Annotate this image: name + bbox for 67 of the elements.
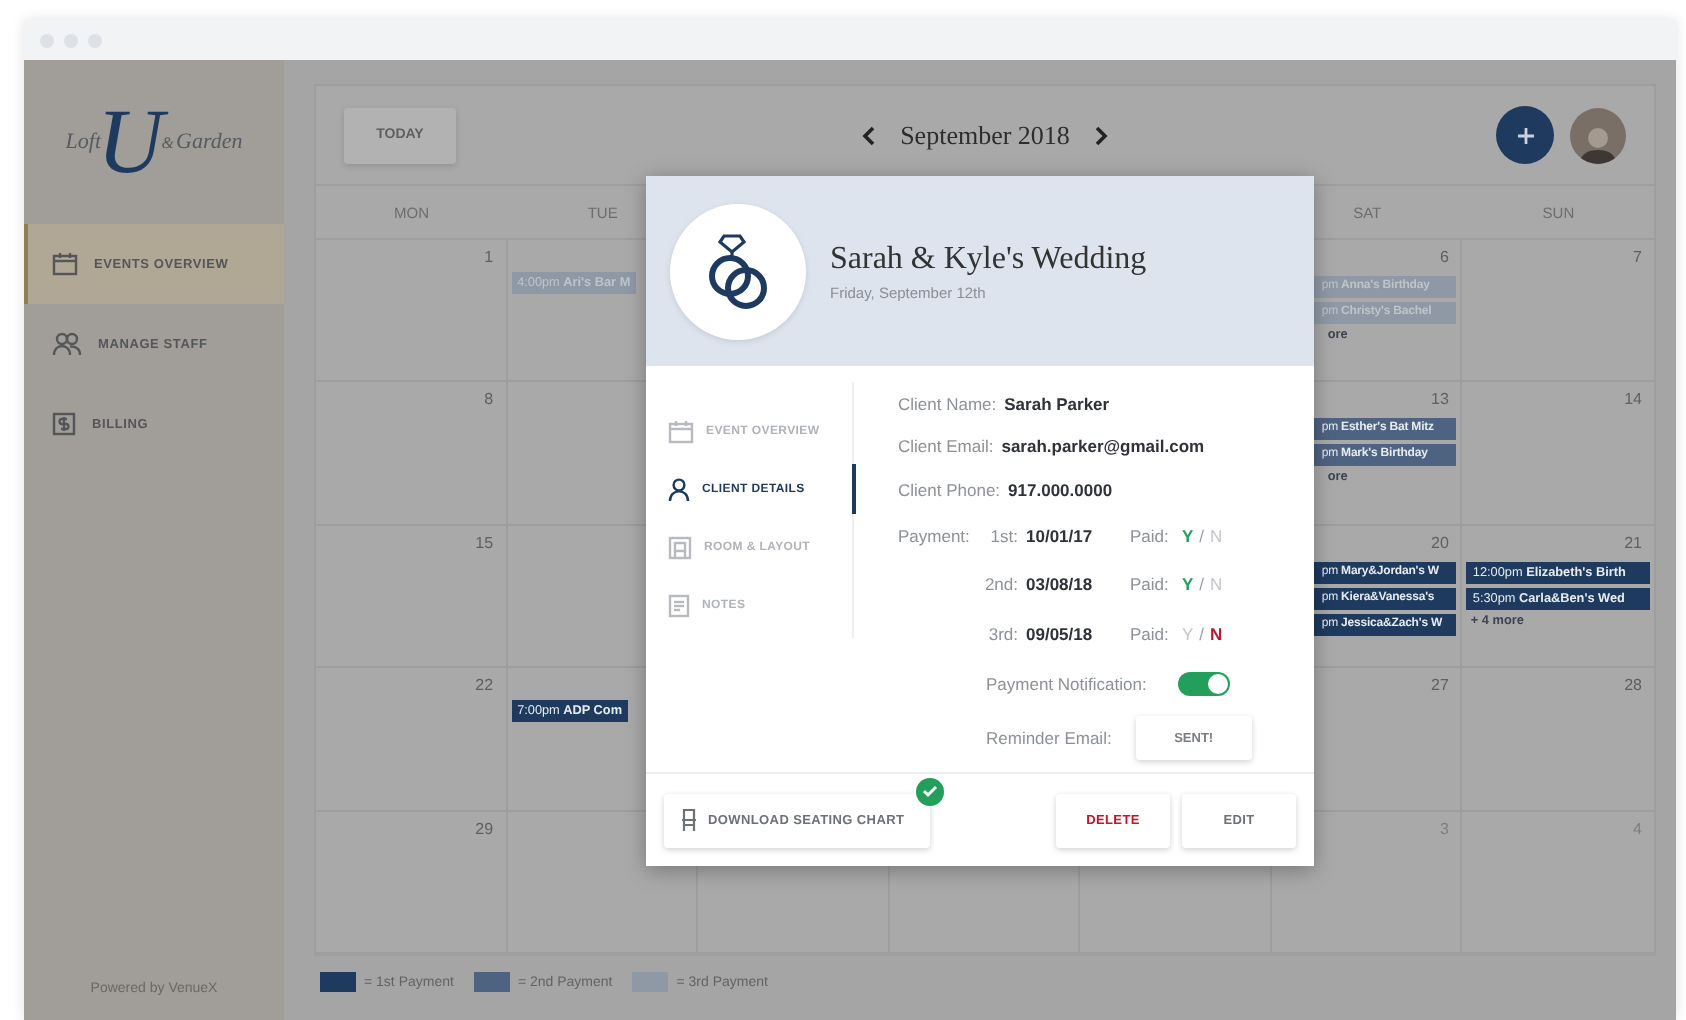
bill-icon [52,412,76,436]
day-number: 14 [1624,390,1644,413]
notification-switch[interactable] [1178,672,1231,696]
paid-no-option[interactable]: N [1210,574,1223,595]
check-icon [922,784,938,798]
paid-label: Paid: [1130,574,1171,595]
reminder-label: Reminder Email: [986,728,1112,748]
plus-icon [1515,125,1535,145]
paid-yes-option[interactable]: Y [1182,623,1194,644]
day-number: 22 [475,676,496,699]
day-number: 8 [484,390,496,413]
chair-icon [680,808,698,832]
slash-separator: / [1199,623,1205,644]
person-silhouette-icon [1578,123,1618,163]
document-icon [668,593,690,617]
day-number: 21 [1624,533,1644,556]
rings-icon [704,231,772,311]
event-title: Sarah & Kyle's Wedding [830,241,1147,277]
field-label: Client Email: [898,436,994,457]
paid-label: Paid: [1130,525,1171,546]
day-number: 20 [1431,533,1451,556]
paid-no-option[interactable]: N [1210,623,1223,644]
day-number: 28 [1624,676,1644,699]
payment-ordinal: 2nd: [982,574,1020,595]
field-label: Client Phone: [898,479,1001,500]
field-value: sarah.parker@gmail.com [1001,436,1205,457]
calendar-icon [668,419,694,443]
day-number: 15 [475,533,496,556]
slash-separator: / [1199,525,1205,546]
person-icon [668,477,690,501]
people-icon [52,332,82,356]
paid-yes-option[interactable]: Y [1182,525,1194,546]
add-button[interactable] [1496,106,1554,164]
paid-label: Paid: [1130,623,1171,644]
avatar[interactable] [1570,107,1626,163]
paid-yes-option[interactable]: Y [1182,574,1194,595]
payment-date: 10/01/17 [1026,525,1095,546]
day-number: 7 [1633,248,1644,270]
layout-icon [668,535,692,559]
slash-separator: / [1199,574,1205,595]
calendar-icon [52,252,78,276]
day-number: 1 [484,248,496,270]
day-cell[interactable]: 8 [316,382,508,526]
day-number: 27 [1431,676,1451,699]
day-number: 13 [1431,390,1451,413]
chevron-right-icon [1093,125,1108,145]
day-cell[interactable]: 22 [316,668,508,812]
payment-ordinal: 3rd: [986,623,1020,644]
day-cell[interactable]: 29 [316,811,508,954]
field-value: 917.000.0000 [1008,479,1113,500]
field-label: Client Name: [898,393,997,414]
day-cell[interactable]: 15 [316,525,508,669]
day-number: 29 [475,819,496,842]
month-title: September 2018 [900,119,1070,151]
day-cell[interactable]: 7 [1462,240,1654,383]
day-cell[interactable]: 28 [1462,668,1654,812]
chevron-left-icon [862,125,877,145]
paid-no-option[interactable]: N [1210,525,1223,546]
payment-ordinal: 1st: [988,525,1020,546]
payment-label: Payment: [898,525,972,546]
payment-date: 03/08/18 [1026,574,1095,595]
day-cell[interactable]: 1 [316,240,508,383]
day-number: 6 [1439,248,1451,270]
field-value: Sarah Parker [1004,393,1110,414]
day-cell[interactable]: 14 [1462,382,1654,526]
payment-date: 09/05/18 [1026,623,1095,644]
notification-label: Payment Notification: [986,674,1147,694]
